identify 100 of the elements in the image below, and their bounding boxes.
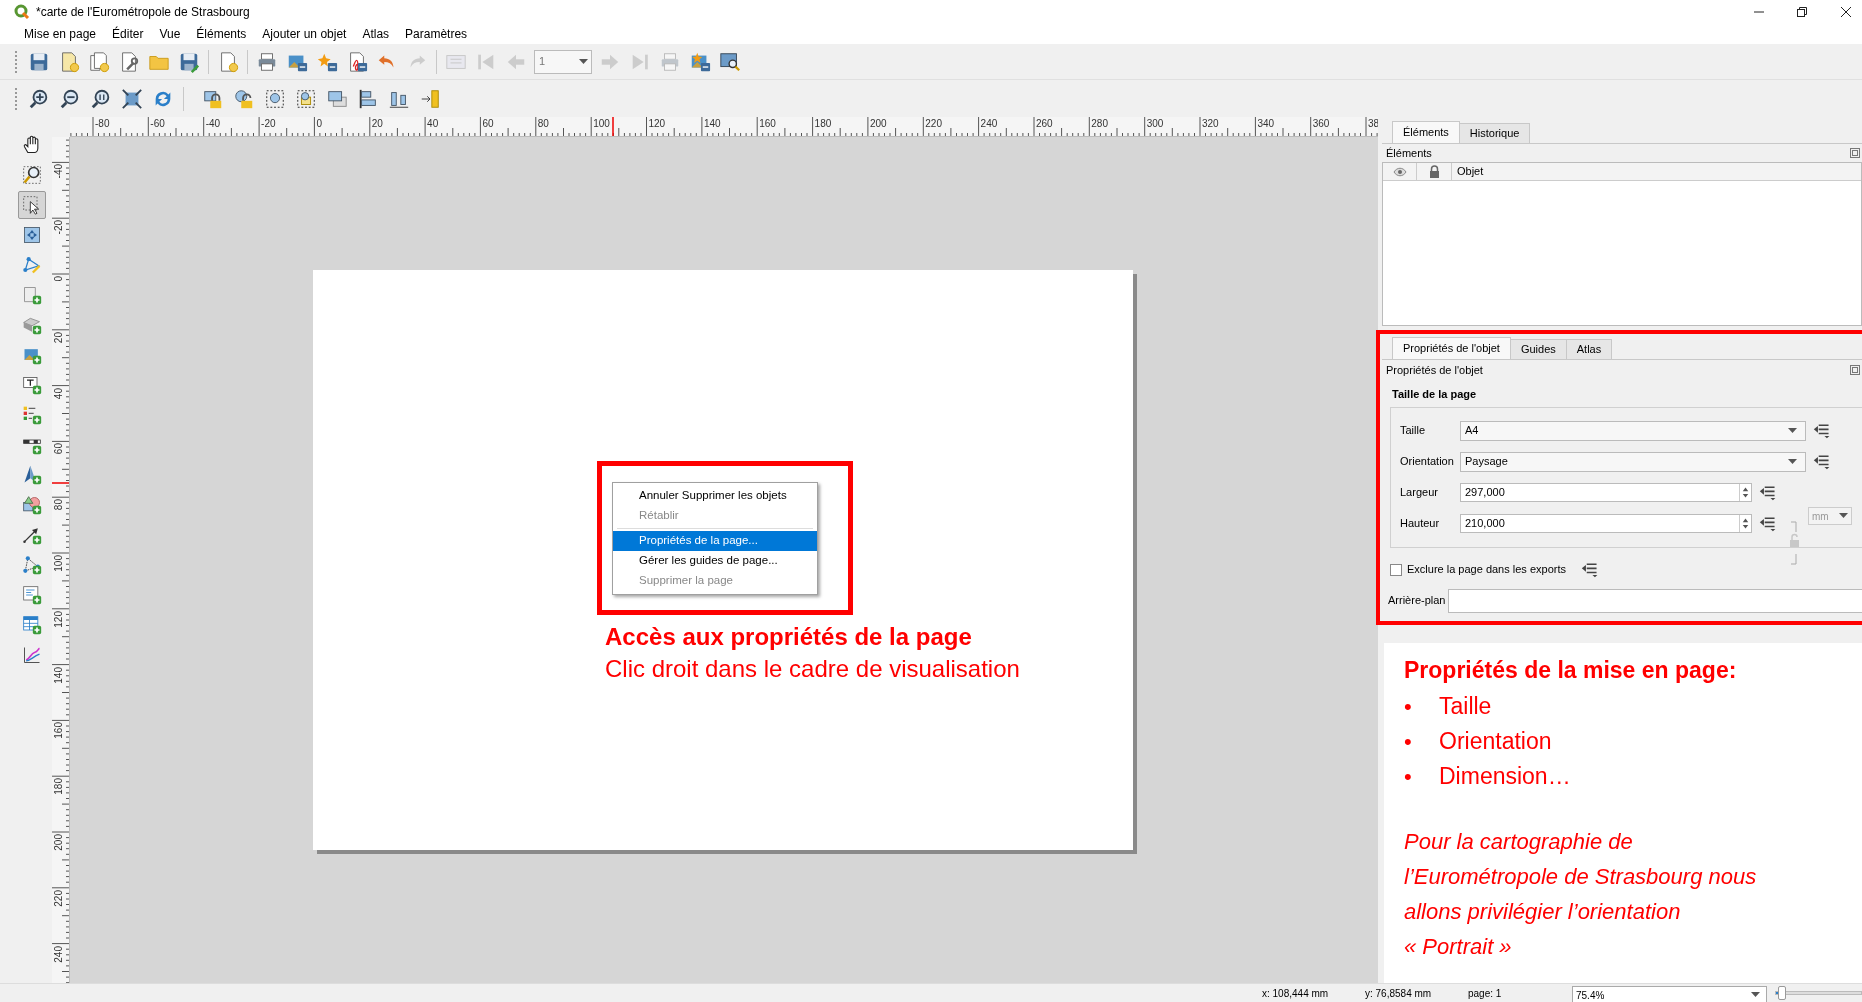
dropdown[interactable]: Paysage <box>1460 451 1806 472</box>
number-field[interactable]: 297,000 <box>1460 483 1752 502</box>
add-north-arrow-icon <box>22 465 42 485</box>
add-3d-map-icon <box>22 315 42 335</box>
ruler-label: 320 <box>1202 118 1219 129</box>
ruler-label: 60 <box>53 443 64 455</box>
zoom-actual-icon <box>90 87 112 110</box>
caret-icon <box>1788 458 1797 465</box>
override-list-icon[interactable] <box>1812 421 1832 440</box>
menu-item[interactable]: Paramètres <box>399 25 474 43</box>
note-paragraph: Pour la cartographie de l’Eurométropole de Strasbourg nous allons privilégier l’orientation « Portrait » <box>1404 828 1758 961</box>
override-list-icon[interactable] <box>1758 483 1778 502</box>
tool-button[interactable] <box>18 191 46 219</box>
ruler-label: 200 <box>869 118 887 129</box>
tab[interactable]: Historique <box>1458 123 1531 143</box>
ungroup-icon <box>295 87 317 110</box>
number-field[interactable]: 210,000 <box>1460 514 1752 533</box>
ruler-label: 360 <box>1312 118 1330 129</box>
ruler-label: 40 <box>53 387 64 399</box>
lock-icon <box>1428 165 1440 178</box>
printer-icon <box>659 50 681 73</box>
bullet: • <box>1404 763 1413 791</box>
tab[interactable]: Propriétés de l'objet <box>1392 337 1511 359</box>
caret-icon <box>1788 427 1797 434</box>
add-map-icon <box>22 285 42 305</box>
tab[interactable]: Éléments <box>1392 121 1460 143</box>
add-label-icon <box>22 375 42 395</box>
menu-item[interactable]: Ajouter un objet <box>256 25 353 43</box>
checkbox-label: Exclure la page dans les exports <box>1407 562 1566 578</box>
float-icon[interactable] <box>1850 148 1860 158</box>
zoom-out-icon <box>59 87 81 110</box>
ruler-label: -20 <box>53 220 64 235</box>
override-list-icon[interactable] <box>1758 514 1778 533</box>
ruler-label: 60 <box>482 118 494 129</box>
panel-title: Éléments <box>1386 145 1432 161</box>
tab[interactable]: Atlas <box>1565 339 1613 359</box>
field-label: Arrière-plan <box>1388 593 1447 609</box>
menu-item[interactable]: Vue <box>153 25 187 43</box>
ruler-label: -20 <box>261 118 276 129</box>
menu-item[interactable]: Éditer <box>106 25 150 43</box>
float-icon[interactable] <box>1850 365 1860 375</box>
bullet-text: Dimension… <box>1439 762 1571 792</box>
ruler-label: 240 <box>53 945 64 963</box>
ruler-label: 180 <box>814 118 832 129</box>
status-text: x: 108,444 mm <box>1262 986 1330 1001</box>
spin-arrows-icon[interactable] <box>1739 484 1751 501</box>
dropdown[interactable]: A4 <box>1460 420 1806 441</box>
zoom-icon <box>22 165 42 185</box>
window-title: *carte de l'Eurométropole de Strasbourg <box>36 4 250 21</box>
image-export-icon <box>689 50 711 73</box>
group-icon <box>264 87 286 110</box>
override-list-icon[interactable] <box>1580 560 1600 579</box>
color-button[interactable] <box>1448 588 1862 613</box>
bullet: • <box>1404 693 1413 721</box>
panel-title: Propriétés de l'objet <box>1386 362 1483 378</box>
ruler-label: 140 <box>703 118 721 129</box>
move-content-icon <box>22 225 42 245</box>
caret-icon <box>1751 992 1760 998</box>
menu-item[interactable]: Gérer les guides de page... <box>613 551 817 571</box>
ruler-label: 0 <box>316 118 322 129</box>
field-label: Orientation <box>1400 454 1455 470</box>
tab[interactable]: Guides <box>1509 339 1567 359</box>
callout-text: Clic droit dans le cadre de visualisation <box>605 654 1020 684</box>
menu-item[interactable]: Atlas <box>356 25 396 43</box>
ruler-label: 220 <box>925 118 942 129</box>
spin-arrows-icon[interactable] <box>1739 515 1751 532</box>
menu-item[interactable]: Propriétés de la page... <box>613 531 817 551</box>
close-icon[interactable] <box>1840 6 1852 18</box>
ruler-label: 260 <box>1036 118 1053 129</box>
add-legend-icon <box>22 405 42 425</box>
add-html-icon <box>22 585 42 605</box>
zoom-full-icon <box>121 87 143 110</box>
add-node-item-icon <box>22 555 42 575</box>
ruler-label: 80 <box>537 118 549 129</box>
ruler-label: 240 <box>980 118 998 129</box>
ruler-label: 120 <box>648 118 666 129</box>
menu-item[interactable]: Éléments <box>190 25 253 43</box>
ruler-label: 80 <box>53 499 64 511</box>
ruler-label: 140 <box>53 666 64 684</box>
field-label: Taille <box>1400 423 1427 439</box>
group-title: Taille de la page <box>1392 387 1478 402</box>
checkbox[interactable] <box>1390 563 1402 576</box>
caret-icon <box>579 58 588 65</box>
menu-item[interactable]: Annuler Supprimer les objets <box>613 486 817 506</box>
menu-item[interactable]: Mise en page <box>18 25 103 43</box>
ruler-label: 40 <box>427 118 439 129</box>
status-text: y: 76,8584 mm <box>1365 986 1433 1001</box>
align-left-icon <box>357 87 379 110</box>
override-list-icon[interactable] <box>1812 452 1832 471</box>
ruler-label: -40 <box>205 118 221 129</box>
ruler-label: 280 <box>1091 118 1108 129</box>
restore-icon[interactable] <box>1796 6 1808 18</box>
zoom-slider[interactable] <box>1775 986 1862 1000</box>
ruler-label: -40 <box>53 164 64 179</box>
edit-nodes-icon <box>22 255 42 275</box>
column-header: Objet <box>1456 164 1484 180</box>
ruler-label: 180 <box>53 778 64 795</box>
ruler-label: -60 <box>150 118 165 129</box>
status-text: page: 1 <box>1468 986 1503 1001</box>
zoom-dropdown[interactable]: 75.4% <box>1572 986 1767 1002</box>
